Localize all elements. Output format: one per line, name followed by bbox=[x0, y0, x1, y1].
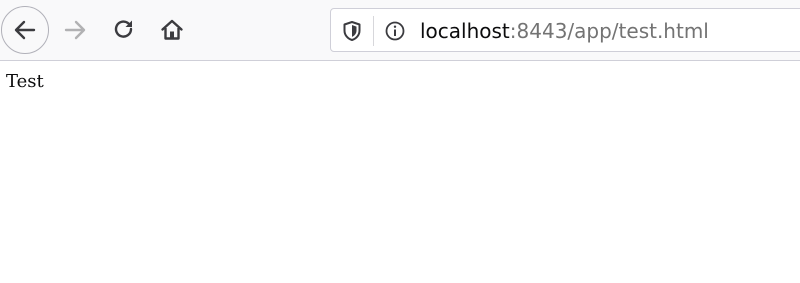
url-path: :8443/app/test.html bbox=[509, 19, 709, 43]
reload-icon bbox=[114, 20, 133, 38]
url-text[interactable]: localhost:8443/app/test.html bbox=[420, 18, 709, 44]
info-icon bbox=[385, 21, 405, 41]
tracking-protection-button[interactable] bbox=[339, 18, 365, 44]
browser-toolbar: localhost:8443/app/test.html bbox=[0, 0, 800, 61]
site-info-button[interactable] bbox=[382, 18, 408, 44]
home-button[interactable] bbox=[148, 6, 196, 54]
forward-button[interactable] bbox=[51, 6, 99, 54]
reload-button[interactable] bbox=[100, 6, 148, 54]
arrow-right-icon bbox=[64, 20, 86, 40]
shield-icon bbox=[343, 21, 361, 41]
url-host: localhost bbox=[420, 19, 510, 43]
home-icon bbox=[161, 19, 183, 40]
url-bar[interactable]: localhost:8443/app/test.html bbox=[330, 8, 800, 52]
back-button[interactable] bbox=[1, 6, 49, 54]
urlbar-divider bbox=[373, 16, 374, 46]
arrow-left-icon bbox=[14, 20, 36, 40]
page-content: Test bbox=[0, 61, 800, 283]
page-body-text: Test bbox=[6, 71, 44, 92]
